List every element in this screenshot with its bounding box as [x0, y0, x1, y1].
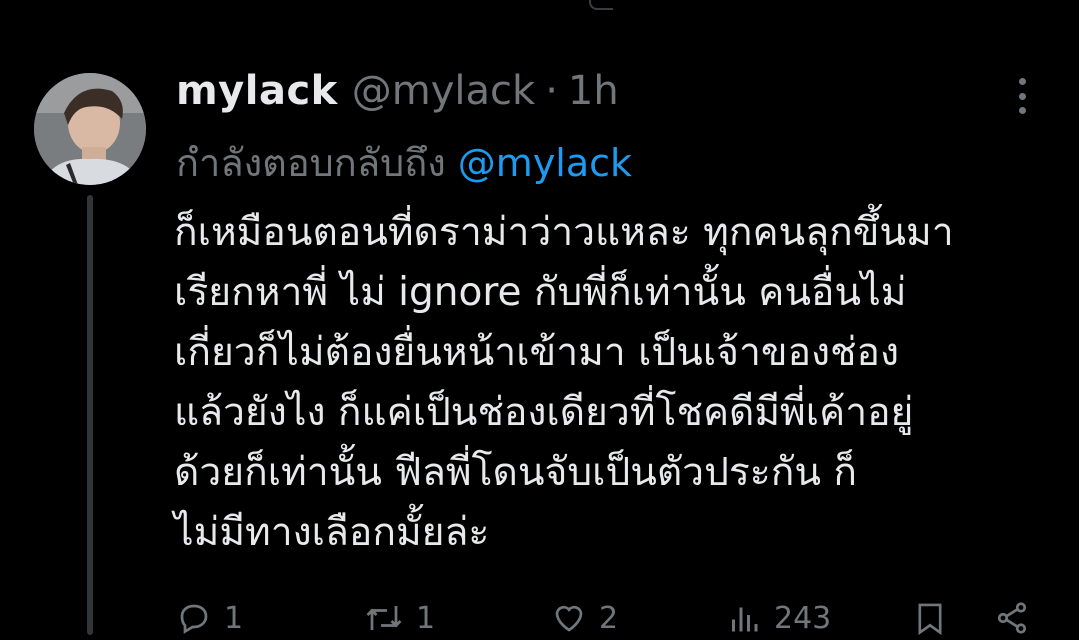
- views-button[interactable]: 243: [726, 600, 831, 636]
- retweet-button[interactable]: 1: [364, 600, 435, 636]
- replying-to: กำลังตอบกลับถึง @mylack: [176, 132, 632, 193]
- share-button[interactable]: [994, 600, 1030, 636]
- bookmark-button[interactable]: [914, 600, 946, 636]
- heart-icon: [555, 605, 583, 632]
- retweet-count: 1: [416, 600, 436, 636]
- like-count: 2: [599, 600, 619, 636]
- more-dots-icon: [1018, 107, 1026, 114]
- reply-button[interactable]: 1: [176, 600, 243, 636]
- more-options-button[interactable]: [1007, 78, 1037, 114]
- replying-to-mention[interactable]: @mylack: [458, 141, 632, 185]
- more-dots-icon: [1018, 92, 1026, 100]
- tweet-text-line: ก็เหมือนตอนที่ดราม่าว่าวแหละ ทุกคนลุกขึ้…: [174, 210, 954, 255]
- avatar-photo: [34, 73, 146, 185]
- like-button[interactable]: 2: [551, 600, 618, 636]
- reply-count: 1: [224, 600, 244, 636]
- tweet-text-line: ด้วยก็เท่านั้น ฟีลพี่โดนจับเป็นตัวประกัน…: [174, 450, 858, 495]
- tweet-text-line: เรียกหาพี่ ไม่ ignore กับพี่ก็เท่านั้น ค…: [174, 270, 907, 315]
- user-handle[interactable]: @mylack: [352, 68, 535, 114]
- tweet-text-line: ไม่มีทางเลือกมั้ยล่ะ: [174, 510, 490, 555]
- tweet-text: ก็เหมือนตอนที่ดราม่าว่าวแหละ ทุกคนลุกขึ้…: [174, 203, 1054, 563]
- tweet-text-line: เกี่ยวก็ไม่ต้องยื่นหน้าเข้ามา เป็นเจ้าขอ…: [174, 330, 899, 375]
- views-icon: [732, 607, 758, 632]
- tweet-header: mylack @mylack · 1h: [176, 68, 619, 120]
- views-count: 243: [774, 600, 832, 636]
- replying-label: กำลังตอบกลับถึง: [176, 141, 446, 185]
- avatar[interactable]: [34, 73, 146, 185]
- bookmark-icon: [918, 603, 942, 636]
- more-dots-icon: [1018, 78, 1026, 85]
- display-name[interactable]: mylack: [176, 68, 338, 114]
- tweet[interactable]: mylack @mylack · 1h กำลังตอบกลับถึง @myla…: [0, 0, 1079, 636]
- retweet-icon: [366, 606, 402, 630]
- thread-line: [87, 195, 93, 635]
- tweet-text-line: แล้วยังไง ก็แค่เป็นช่องเดียวที่โชคดีมีพี…: [174, 390, 914, 435]
- tweet-actions: 1 1 2 243: [176, 600, 1036, 640]
- reply-icon: [180, 604, 208, 634]
- share-icon: [997, 602, 1027, 634]
- timestamp[interactable]: 1h: [568, 68, 619, 114]
- separator-dot: ·: [545, 68, 558, 114]
